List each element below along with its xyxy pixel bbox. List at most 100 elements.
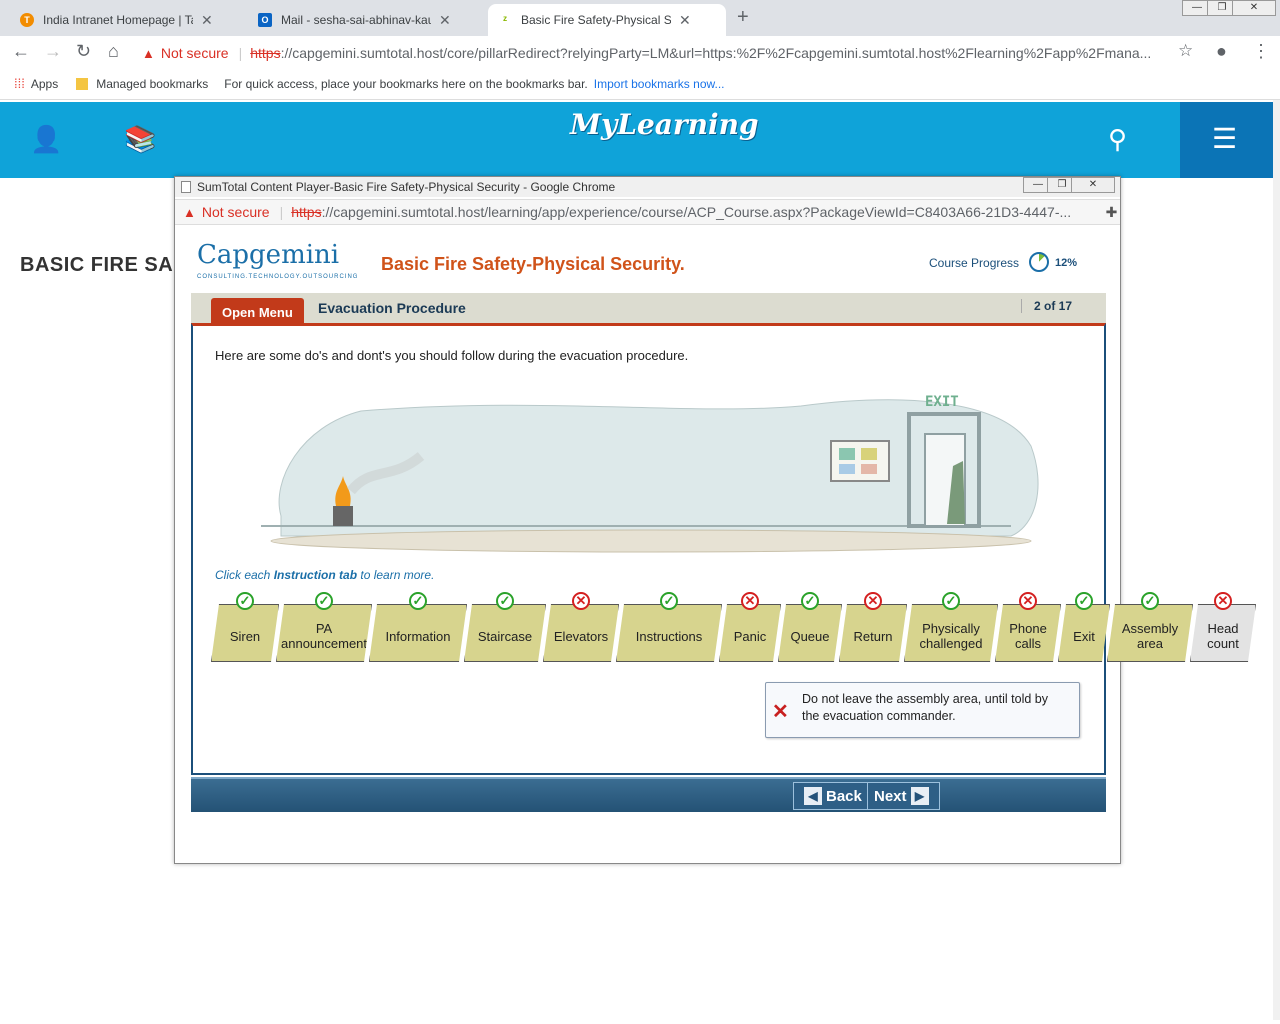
back-arrow-icon[interactable]: ← <box>12 41 30 62</box>
intranet-favicon-icon: T <box>20 13 34 27</box>
instruction-tab-label: Instructions <box>635 628 703 644</box>
instruction-tab[interactable]: Phone calls <box>995 604 1061 662</box>
back-button[interactable]: ◀ Back <box>793 782 869 810</box>
apps-bookmark[interactable]: Apps <box>31 77 58 91</box>
progress-pie-icon <box>1029 252 1049 272</box>
library-icon[interactable]: 📚 <box>124 124 156 155</box>
instruction-tab-label: Panic <box>733 628 767 644</box>
instruction-tab[interactable]: Return <box>839 604 907 662</box>
instruction-tab[interactable]: Staircase <box>464 604 546 662</box>
right-arrow-icon: ▶ <box>910 787 929 805</box>
instruction-tab[interactable]: Panic <box>719 604 781 662</box>
search-icon[interactable]: ⚲ <box>1108 124 1127 155</box>
back-label: Back <box>826 787 862 805</box>
left-arrow-icon: ◀ <box>804 787 822 805</box>
forward-arrow-icon[interactable]: → <box>44 41 62 62</box>
check-icon: ✓ <box>409 592 427 610</box>
apps-grid-icon[interactable]: ⁞⁞⁞ <box>14 76 25 91</box>
url-scheme: https <box>250 45 281 61</box>
instruction-tab[interactable]: Information <box>369 604 467 662</box>
url-text: ://capgemini.sumtotal.host/core/pillarRe… <box>280 45 1152 61</box>
close-tab-icon[interactable]: ✕ <box>439 12 451 29</box>
page-counter: 2 of 17 <box>1021 299 1072 313</box>
folder-icon <box>76 77 89 90</box>
instruction-tabs: Siren ✓ PA announcement ✓ Information ✓ Stairc… <box>211 592 1091 664</box>
course-progress-label: Course Progress <box>929 256 1020 270</box>
instruction-tab-label: Siren <box>229 628 261 644</box>
profile-icon[interactable]: ● <box>1216 41 1227 62</box>
browser-tab-course[interactable]: ᶻ Basic Fire Safety-Physical Security ✕ <box>488 4 726 36</box>
instruction-tab[interactable]: Exit <box>1058 604 1110 662</box>
next-label: Next <box>874 787 907 805</box>
check-icon: ✓ <box>1075 592 1093 610</box>
close-tab-icon[interactable]: ✕ <box>679 12 691 29</box>
kebab-menu-icon[interactable]: ⋮ <box>1252 41 1270 62</box>
instruction-tab[interactable]: PA announcement <box>276 604 372 662</box>
notice-board <box>830 440 890 482</box>
tooltip-text: Do not leave the assembly area, until to… <box>802 692 1048 723</box>
instruction-tab-label: Information <box>385 628 451 644</box>
course-progress-value: 12% <box>1055 257 1078 269</box>
bookmark-star-icon[interactable]: ☆ <box>1178 41 1193 61</box>
managed-bookmarks[interactable]: Managed bookmarks <box>96 77 208 91</box>
notice-card <box>839 448 855 460</box>
instruction-tab[interactable]: Physically challenged <box>904 604 998 662</box>
open-menu-button[interactable]: Open Menu <box>211 298 304 325</box>
reload-icon[interactable]: ↻ <box>76 41 91 62</box>
extension-icon[interactable]: ✚ <box>1106 204 1118 221</box>
instruction-tab[interactable]: Siren <box>211 604 279 662</box>
mylearning-logo[interactable]: MyLearning <box>570 108 759 141</box>
outlook-favicon-icon: O <box>258 13 272 27</box>
not-secure-label: Not secure <box>160 45 229 61</box>
browser-toolbar: ← → ↻ ⌂ ▲ Not secure | https ://capgemin… <box>0 36 1280 68</box>
bookmarks-bar: ⁞⁞⁞ Apps Managed bookmarks For quick acc… <box>0 68 1280 100</box>
cross-icon: ✕ <box>1019 592 1037 610</box>
instruction-tab[interactable]: Assembly area <box>1107 604 1193 662</box>
check-icon: ✓ <box>942 592 960 610</box>
menu-button[interactable]: ☰ <box>1180 102 1273 178</box>
popup-window-title: SumTotal Content Player-Basic Fire Safet… <box>197 180 616 194</box>
check-icon: ✓ <box>1141 592 1159 610</box>
page-scrollbar[interactable] <box>1273 100 1280 1020</box>
instruction-tab[interactable]: Queue <box>778 604 842 662</box>
instruction-tab[interactable]: Head count <box>1190 604 1256 662</box>
cross-icon: ✕ <box>864 592 882 610</box>
notice-card <box>861 448 877 460</box>
import-bookmarks-link[interactable]: Import bookmarks now... <box>594 77 725 91</box>
popup-close-icon[interactable]: ✕ <box>1071 177 1115 193</box>
popup-address-bar[interactable]: ▲ Not secure | https ://capgemini.sumtot… <box>175 199 1120 225</box>
home-icon[interactable]: ⌂ <box>108 41 119 62</box>
instruction-tab[interactable]: Elevators <box>543 604 619 662</box>
check-icon: ✓ <box>236 592 254 610</box>
list-menu-icon: ☰ <box>1212 123 1238 154</box>
evacuation-illustration: EXIT <box>261 394 1039 553</box>
course-header: Capgemini CONSULTING.TECHNOLOGY.OUTSOURC… <box>191 232 1106 290</box>
new-tab-icon[interactable]: + <box>737 6 749 29</box>
address-bar[interactable]: ▲ Not secure | https ://capgemini.sumtot… <box>142 40 1172 66</box>
page-title: BASIC FIRE SAI <box>20 254 180 276</box>
warning-icon: ▲ <box>183 204 196 220</box>
instruction-tab-label: Head count <box>1207 621 1239 651</box>
next-button[interactable]: Next ▶ <box>867 782 940 810</box>
check-icon: ✓ <box>660 592 678 610</box>
divider: | <box>238 45 243 61</box>
tab-title: Basic Fire Safety-Physical Security <box>521 13 671 27</box>
user-icon[interactable]: 👤 <box>30 124 62 155</box>
floor <box>270 529 1032 553</box>
url-scheme: https <box>291 204 322 220</box>
instruction-tab-label: Exit <box>1073 628 1095 644</box>
cross-icon: ✕ <box>741 592 759 610</box>
notice-card <box>839 464 855 474</box>
page-icon <box>181 181 191 193</box>
notice-card <box>861 464 877 474</box>
close-window-icon[interactable]: ✕ <box>1232 0 1276 16</box>
check-icon: ✓ <box>496 592 514 610</box>
instruction-tab[interactable]: Instructions <box>616 604 722 662</box>
sumtotal-favicon-icon: ᶻ <box>498 13 512 27</box>
check-icon: ✓ <box>801 592 819 610</box>
browser-tab-mail[interactable]: O Mail - sesha-sai-abhinav-kaushal ✕ <box>248 4 486 36</box>
instruction-tab-label: Phone calls <box>1009 621 1047 651</box>
close-tab-icon[interactable]: ✕ <box>201 12 213 29</box>
tab-title: Mail - sesha-sai-abhinav-kaushal <box>281 13 431 27</box>
browser-tab-intranet[interactable]: T India Intranet Homepage | Talent ✕ <box>10 4 248 36</box>
